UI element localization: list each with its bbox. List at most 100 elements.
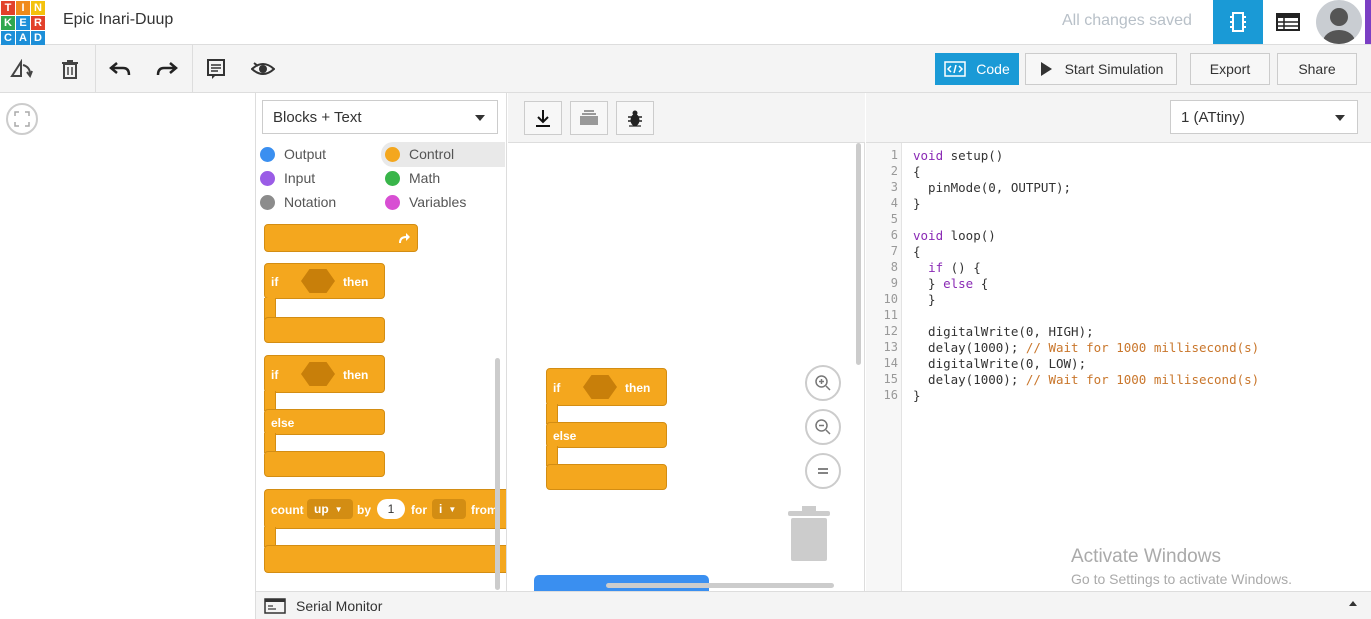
undo-button[interactable] bbox=[108, 57, 132, 81]
count-footer bbox=[264, 545, 506, 573]
trash-icon bbox=[788, 506, 830, 561]
visibility-button[interactable] bbox=[251, 57, 275, 81]
monitor-icon bbox=[264, 598, 286, 614]
code-line[interactable]: } bbox=[913, 196, 921, 211]
code-line[interactable]: } bbox=[913, 388, 921, 403]
condition-slot[interactable] bbox=[301, 269, 335, 293]
code-line[interactable]: { bbox=[913, 244, 921, 259]
then-label: then bbox=[343, 368, 369, 382]
category-math[interactable]: Math bbox=[381, 166, 440, 190]
category-input[interactable]: Input bbox=[256, 166, 315, 190]
canvas-if-else-block[interactable]: if then bbox=[546, 368, 667, 406]
code-line[interactable]: pinMode(0, OUTPUT); bbox=[913, 180, 1071, 195]
condition-slot[interactable] bbox=[301, 362, 335, 386]
logo-letter: C bbox=[1, 31, 15, 45]
canvas-if-arm bbox=[546, 404, 558, 424]
category-variables[interactable]: Variables bbox=[381, 190, 466, 214]
component-list-button[interactable] bbox=[1263, 0, 1313, 44]
code-button-label: Code bbox=[976, 61, 1010, 77]
line-number: 11 bbox=[883, 308, 898, 322]
canvas-if-footer bbox=[546, 464, 667, 490]
output-dot-icon bbox=[260, 146, 275, 162]
redo-button[interactable] bbox=[155, 57, 179, 81]
workplane-area[interactable] bbox=[0, 93, 256, 619]
project-title[interactable]: Epic Inari-Duup bbox=[63, 11, 173, 29]
caret-icon: ▼ bbox=[448, 504, 457, 514]
chip-icon bbox=[1230, 12, 1246, 32]
share-label: Share bbox=[1298, 61, 1336, 77]
code-line[interactable]: } else { bbox=[913, 276, 988, 291]
category-control[interactable]: Control bbox=[381, 142, 454, 166]
table-icon bbox=[1276, 13, 1300, 31]
share-button[interactable]: Share bbox=[1277, 53, 1357, 85]
trash-bin-icon[interactable] bbox=[787, 505, 831, 563]
if-else-block[interactable]: if then bbox=[264, 355, 385, 393]
board-select[interactable]: 1 (ATtiny) bbox=[1170, 100, 1358, 134]
code-line[interactable]: } bbox=[913, 292, 936, 307]
export-button[interactable]: Export bbox=[1190, 53, 1270, 85]
variables-dot-icon bbox=[385, 194, 400, 210]
avatar[interactable] bbox=[1316, 0, 1362, 44]
expand-icon[interactable] bbox=[1349, 601, 1357, 606]
code-line[interactable]: void loop() bbox=[913, 228, 996, 243]
canvas-h-scrollbar[interactable] bbox=[606, 583, 834, 588]
direction-dropdown[interactable]: up ▼ bbox=[307, 499, 353, 519]
start-simulation-button[interactable]: Start Simulation bbox=[1025, 53, 1177, 85]
debugger-button[interactable] bbox=[616, 101, 654, 135]
logo-letter: E bbox=[16, 16, 30, 30]
step-input[interactable]: 1 bbox=[377, 499, 405, 519]
by-label: by bbox=[357, 503, 372, 517]
tinkercad-logo[interactable]: TIN KER CAD bbox=[0, 0, 45, 45]
category-output[interactable]: Output bbox=[256, 142, 326, 166]
if-label: if bbox=[271, 368, 279, 382]
code-line[interactable]: void setup() bbox=[913, 148, 1003, 163]
activation-watermark-title: Activate Windows bbox=[1071, 546, 1221, 567]
count-block[interactable]: count up ▼ by 1 for i ▼ from bbox=[264, 489, 506, 529]
editor-mode-select[interactable]: Blocks + Text bbox=[262, 100, 498, 134]
canvas-else-section: else bbox=[546, 422, 667, 448]
zoom-in-button[interactable] bbox=[805, 365, 841, 401]
code-button[interactable]: Code bbox=[935, 53, 1019, 85]
profile-accent bbox=[1365, 0, 1371, 44]
condition-slot[interactable] bbox=[583, 375, 617, 399]
code-line[interactable]: if () { bbox=[913, 260, 981, 275]
if-then-footer bbox=[264, 317, 385, 343]
code-line[interactable]: delay(1000); // Wait for 1000 millisecon… bbox=[913, 372, 1259, 387]
zoom-reset-button[interactable] bbox=[805, 453, 841, 489]
notes-icon bbox=[207, 59, 225, 79]
blocks-canvas[interactable]: if then else bbox=[508, 93, 865, 591]
download-icon bbox=[536, 110, 550, 127]
category-label: Notation bbox=[284, 194, 337, 210]
toolbar-divider bbox=[95, 45, 96, 93]
zoom-out-button[interactable] bbox=[805, 409, 841, 445]
toolbar: Code Start Simulation Export Share bbox=[0, 45, 1371, 93]
code-line[interactable]: delay(1000); // Wait for 1000 millisecon… bbox=[913, 340, 1259, 355]
bug-icon bbox=[628, 110, 642, 127]
category-notation[interactable]: Notation bbox=[256, 190, 336, 214]
repeat-block[interactable] bbox=[264, 224, 418, 252]
line-number: 7 bbox=[890, 244, 898, 258]
if-else-footer bbox=[264, 451, 385, 477]
rotate-button[interactable] bbox=[10, 57, 34, 81]
library-button[interactable] bbox=[570, 101, 608, 135]
notes-button[interactable] bbox=[204, 57, 228, 81]
then-label: then bbox=[625, 381, 651, 395]
blocks-scrollbar[interactable] bbox=[495, 358, 500, 590]
canvas-toolbar bbox=[508, 93, 865, 143]
fit-view-icon bbox=[14, 111, 30, 127]
fit-view-button[interactable] bbox=[6, 103, 38, 135]
variable-value: i bbox=[439, 502, 443, 516]
circuit-view-button[interactable] bbox=[1213, 0, 1263, 44]
top-bar: TIN KER CAD Epic Inari-Duup All changes sa… bbox=[0, 0, 1371, 45]
code-line[interactable]: { bbox=[913, 164, 921, 179]
serial-monitor-bar[interactable]: Serial Monitor bbox=[256, 591, 1371, 619]
delete-button[interactable] bbox=[58, 57, 82, 81]
if-then-block[interactable]: if then bbox=[264, 263, 385, 299]
download-button[interactable] bbox=[524, 101, 562, 135]
variable-dropdown[interactable]: i ▼ bbox=[432, 499, 466, 519]
code-line[interactable]: digitalWrite(0, LOW); bbox=[913, 356, 1086, 371]
canvas-v-scrollbar[interactable] bbox=[856, 143, 861, 365]
for-label: for bbox=[411, 503, 427, 517]
code-line[interactable]: digitalWrite(0, HIGH); bbox=[913, 324, 1094, 339]
line-number: 9 bbox=[890, 276, 898, 290]
